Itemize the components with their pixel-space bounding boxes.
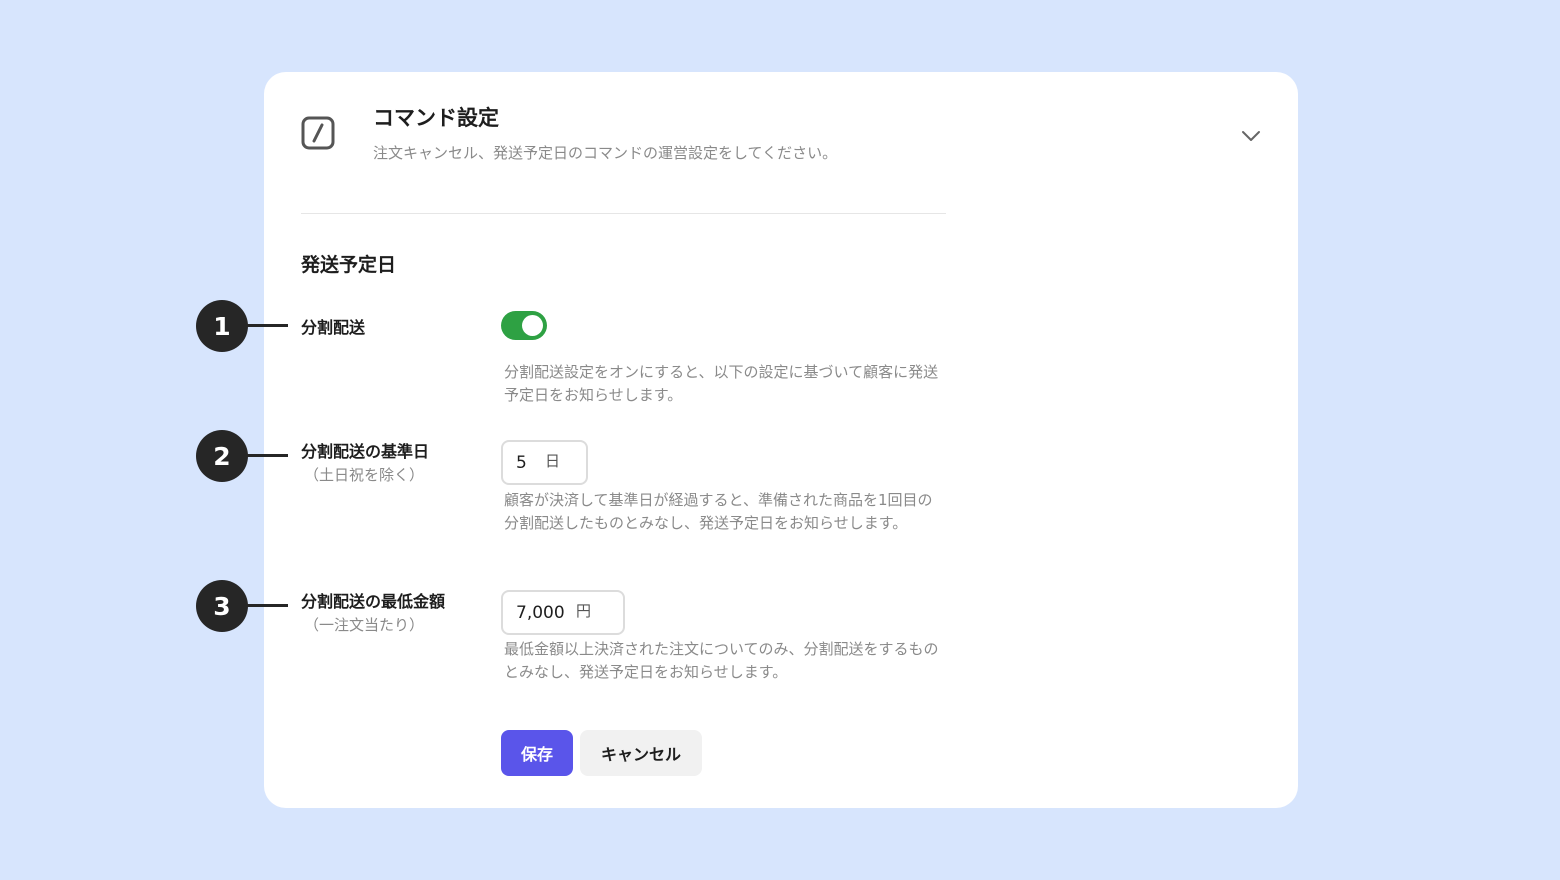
chevron-down-icon[interactable] — [1239, 124, 1263, 148]
min-amount-sublabel: （一注文当たり） — [304, 616, 425, 634]
callout-3-line — [246, 604, 288, 607]
min-amount-unit: 円 — [576, 602, 592, 620]
base-days-field[interactable]: 日 — [501, 440, 588, 485]
split-shipping-label: 分割配送 — [301, 318, 366, 337]
min-amount-label: 分割配送の最低金額 — [301, 592, 446, 611]
cancel-button[interactable]: キャンセル — [580, 730, 702, 776]
callout-1-line — [246, 324, 288, 327]
toggle-knob — [522, 315, 543, 336]
page-title: コマンド設定 — [373, 106, 499, 130]
split-shipping-help: 分割配送設定をオンにすると、以下の設定に基づいて顧客に発送予定日をお知らせします… — [504, 363, 939, 404]
split-shipping-toggle[interactable] — [501, 311, 547, 340]
base-days-sublabel: （土日祝を除く） — [304, 466, 425, 484]
save-button[interactable]: 保存 — [501, 730, 573, 776]
min-amount-input[interactable] — [503, 602, 576, 623]
page-description: 注文キャンセル、発送予定日のコマンドの運営設定をしてください。 — [373, 144, 838, 162]
base-days-input[interactable] — [503, 452, 545, 473]
min-amount-field[interactable]: 円 — [501, 590, 625, 635]
min-amount-help: 最低金額以上決済された注文についてのみ、分割配送をするものとみなし、発送予定日を… — [504, 640, 939, 681]
base-days-unit: 日 — [545, 452, 561, 470]
base-days-label: 分割配送の基準日 — [301, 442, 430, 461]
slash-command-icon — [301, 116, 335, 150]
divider — [301, 213, 946, 214]
base-days-help: 顧客が決済して基準日が経過すると、準備された商品を1回目の分割配送したものとみな… — [504, 491, 933, 532]
callout-2-line — [246, 454, 288, 457]
callout-1: 1 — [196, 300, 248, 352]
callout-3: 3 — [196, 580, 248, 632]
callout-2: 2 — [196, 430, 248, 482]
command-settings-card: コマンド設定 注文キャンセル、発送予定日のコマンドの運営設定をしてください。 発… — [264, 72, 1298, 808]
section-title: 発送予定日 — [301, 254, 397, 276]
